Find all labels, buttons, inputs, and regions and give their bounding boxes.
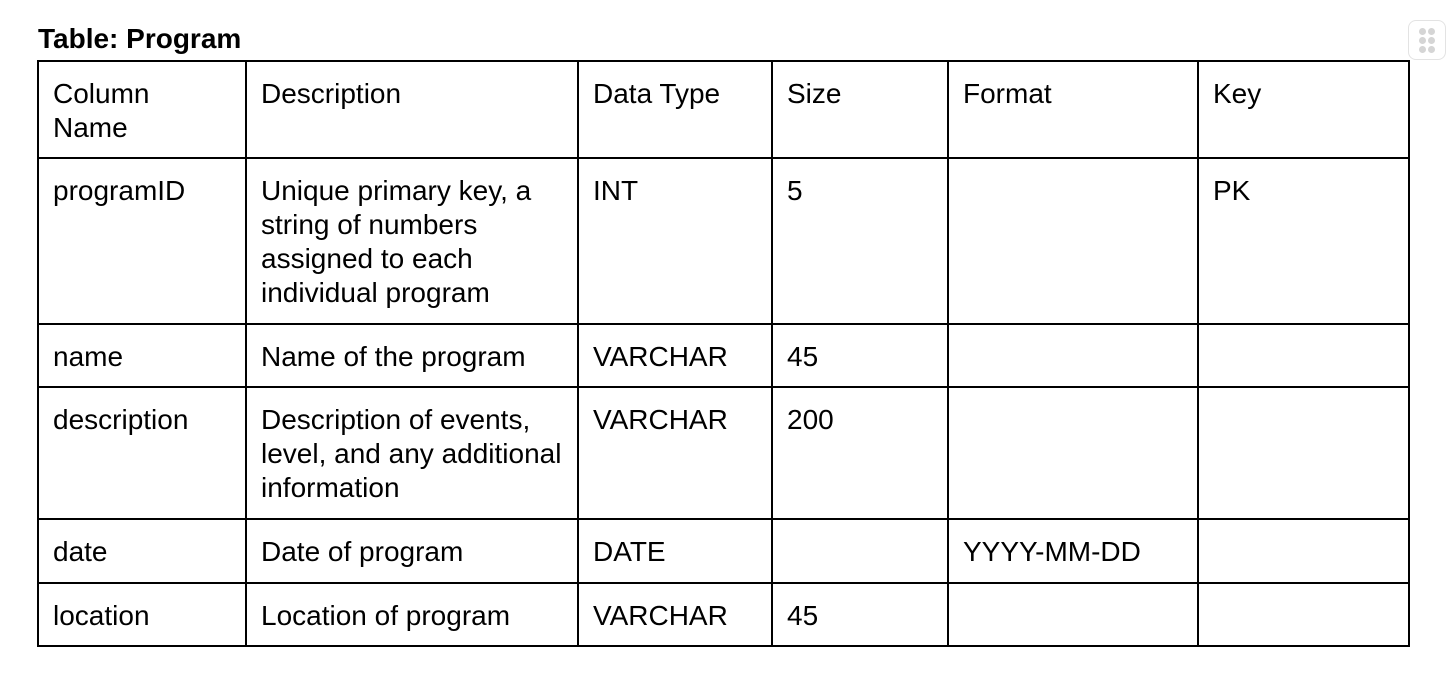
- cell-description: Name of the program: [245, 323, 579, 388]
- cell-size: 200: [771, 386, 949, 520]
- table-title: Table: Program: [38, 23, 242, 54]
- table-row: location Location of program VARCHAR 45: [37, 582, 1410, 647]
- cell-data-type: INT: [577, 157, 773, 325]
- cell-size: 5: [771, 157, 949, 325]
- cell-description: Location of program: [245, 582, 579, 647]
- header-cell-data-type: Data Type: [577, 60, 773, 159]
- header-cell-key: Key: [1197, 60, 1410, 159]
- cell-data-type: DATE: [577, 518, 773, 584]
- cell-key: [1197, 323, 1410, 388]
- drag-dot: [1428, 28, 1435, 35]
- cell-data-type: VARCHAR: [577, 386, 773, 520]
- table-row: description Description of events, level…: [37, 386, 1410, 520]
- cell-size: [771, 518, 949, 584]
- cell-data-type: VARCHAR: [577, 582, 773, 647]
- cell-column-name: description: [37, 386, 247, 520]
- header-cell-column-name: Column Name: [37, 60, 247, 159]
- cell-format: YYYY-MM-DD: [947, 518, 1199, 584]
- cell-size: 45: [771, 323, 949, 388]
- table-row: programID Unique primary key, a string o…: [37, 157, 1410, 325]
- drag-handle-icon[interactable]: [1408, 20, 1446, 60]
- drag-dot: [1419, 46, 1426, 53]
- cell-key: [1197, 518, 1410, 584]
- cell-column-name: location: [37, 582, 247, 647]
- header-cell-format: Format: [947, 60, 1199, 159]
- cell-column-name: date: [37, 518, 247, 584]
- drag-dot: [1419, 28, 1426, 35]
- cell-size: 45: [771, 582, 949, 647]
- cell-format: [947, 157, 1199, 325]
- cell-description: Description of events, level, and any ad…: [245, 386, 579, 520]
- cell-column-name: name: [37, 323, 247, 388]
- cell-format: [947, 386, 1199, 520]
- header-cell-size: Size: [771, 60, 949, 159]
- cell-key: [1197, 386, 1410, 520]
- drag-dot: [1428, 46, 1435, 53]
- cell-column-name: programID: [37, 157, 247, 325]
- cell-key: [1197, 582, 1410, 647]
- header-cell-description: Description: [245, 60, 579, 159]
- drag-dot: [1428, 37, 1435, 44]
- header-row: Column Name Description Data Type Size F…: [37, 60, 1410, 159]
- table-row: name Name of the program VARCHAR 45: [37, 323, 1410, 388]
- cell-format: [947, 582, 1199, 647]
- cell-format: [947, 323, 1199, 388]
- cell-description: Date of program: [245, 518, 579, 584]
- drag-dot: [1419, 37, 1426, 44]
- schema-table: Column Name Description Data Type Size F…: [37, 60, 1410, 647]
- cell-description: Unique primary key, a string of numbers …: [245, 157, 579, 325]
- table-row: date Date of program DATE YYYY-MM-DD: [37, 518, 1410, 584]
- cell-data-type: VARCHAR: [577, 323, 773, 388]
- cell-key: PK: [1197, 157, 1410, 325]
